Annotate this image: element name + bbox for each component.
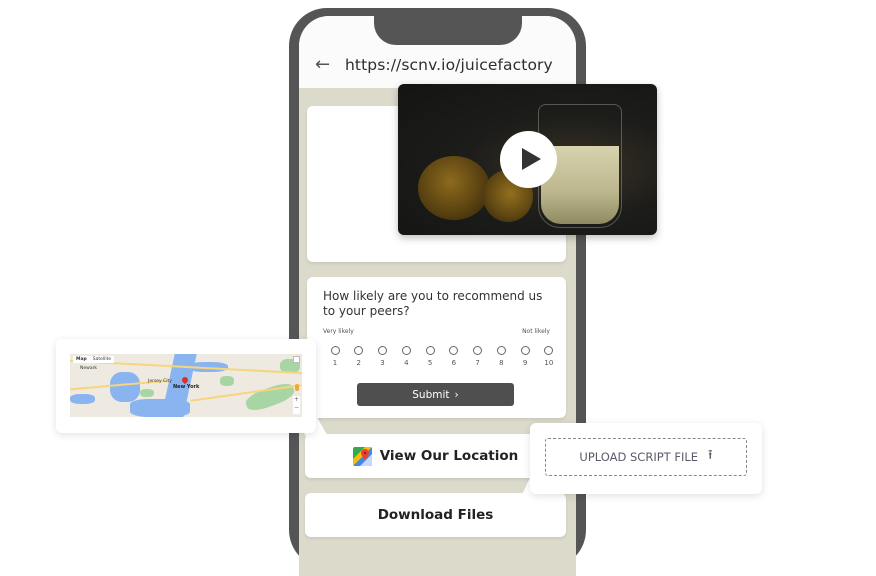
radio-button[interactable] [330,346,340,355]
radio-button[interactable] [520,346,530,355]
rating-option[interactable]: 4 [398,346,414,367]
map-zoom-control: + − [293,396,300,414]
scale-left-label: Very likely [323,328,354,335]
survey-card: How likely are you to recommend us to yo… [307,277,566,418]
rating-number: 10 [544,359,554,367]
chevron-right-icon: › [454,388,459,401]
radio-button[interactable] [449,346,459,355]
map-label-newark: Newark [80,366,98,371]
view-location-button[interactable]: View Our Location [305,434,566,478]
rating-option[interactable]: 2 [351,346,367,367]
radio-button[interactable] [496,346,506,355]
rating-option[interactable]: 9 [517,346,533,367]
rating-scale: 1 2 3 4 5 6 7 8 9 10 [327,346,557,367]
rating-option[interactable]: 5 [422,346,438,367]
upload-icon: ⭱ [708,448,713,463]
video-player[interactable] [398,84,657,235]
map-label-new-york: New York [173,384,200,390]
rating-number: 2 [356,359,361,367]
map-embed[interactable]: Map Satellite Newark Jersey City New Yor… [70,354,302,417]
map-tab[interactable]: Map [76,357,87,362]
map-type-tabs: Map Satellite [73,356,115,363]
video-thumbnail-lemon [418,156,490,220]
rating-option[interactable]: 1 [327,346,343,367]
radio-button[interactable] [473,346,483,355]
survey-question: How likely are you to recommend us to yo… [323,289,543,318]
play-button[interactable] [500,131,557,188]
map-card: Map Satellite Newark Jersey City New Yor… [56,339,316,433]
rating-option[interactable]: 7 [470,346,486,367]
rating-number: 8 [499,359,504,367]
rating-option[interactable]: 10 [541,346,557,367]
radio-button[interactable] [378,346,388,355]
phone-notch [374,16,522,45]
back-arrow-icon[interactable]: ← [315,55,330,75]
rating-number: 1 [332,359,338,367]
radio-button[interactable] [425,346,435,355]
satellite-tab[interactable]: Satellite [93,357,111,362]
map-water [110,372,140,402]
rating-number: 6 [451,359,457,367]
fullscreen-icon[interactable] [293,356,300,363]
google-maps-icon [352,446,372,466]
upload-card: UPLOAD SCRIPT FILE ⭱ [530,423,762,494]
radio-button[interactable] [544,346,554,355]
play-icon [522,148,541,170]
view-location-label: View Our Location [379,448,519,464]
map-water [130,399,190,417]
rating-number: 4 [404,359,409,367]
submit-button[interactable]: Submit › [357,383,514,406]
zoom-out-button[interactable]: − [294,404,299,412]
rating-option[interactable]: 6 [446,346,462,367]
radio-button[interactable] [354,346,364,355]
url-text[interactable]: https://scnv.io/juicefactory [345,56,553,74]
rating-number: 7 [475,359,480,367]
rating-number: 5 [427,359,433,367]
scale-right-label: Not likely [522,328,550,335]
download-files-label: Download Files [377,507,494,523]
download-files-button[interactable]: Download Files [305,493,566,537]
radio-button[interactable] [401,346,411,355]
upload-label: UPLOAD SCRIPT FILE [579,450,699,464]
map-park [140,389,154,397]
rating-option[interactable]: 3 [375,346,391,367]
zoom-in-button[interactable]: + [294,396,299,404]
rating-number: 9 [522,359,528,367]
submit-label: Submit [412,388,450,401]
upload-script-file-button[interactable]: UPLOAD SCRIPT FILE ⭱ [545,438,747,476]
map-water [70,394,95,404]
map-park [220,376,234,386]
map-label-jersey-city: Jersey City [148,379,172,384]
rating-option[interactable]: 8 [493,346,509,367]
rating-number: 3 [380,359,385,367]
street-view-icon[interactable] [295,384,299,391]
